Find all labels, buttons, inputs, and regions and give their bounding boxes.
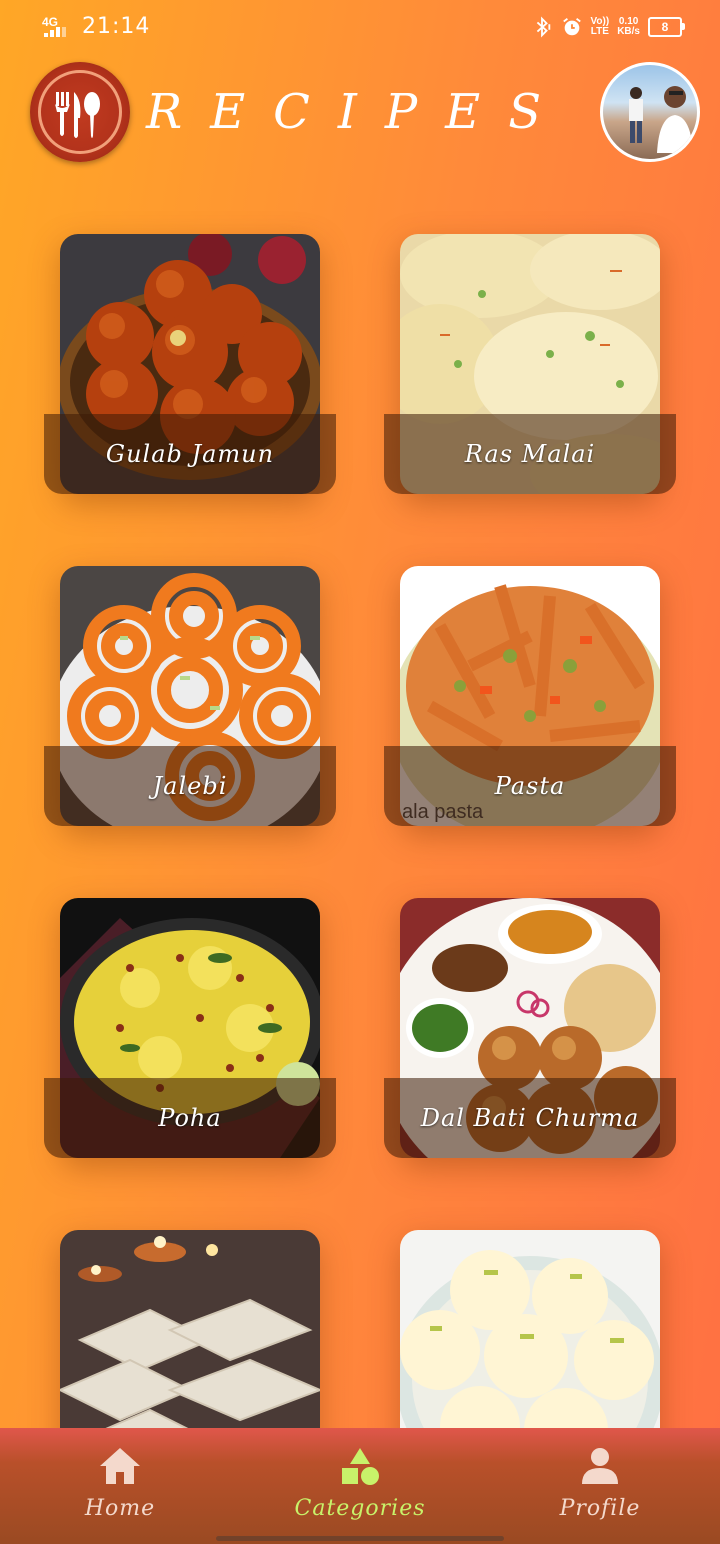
app-header: RECIPES	[0, 62, 720, 162]
person-icon	[582, 1448, 618, 1484]
home-icon	[100, 1448, 140, 1484]
gesture-home-bar[interactable]	[216, 1536, 504, 1541]
alarm-icon	[562, 18, 581, 36]
network-signal-icon: 4G	[42, 15, 74, 39]
bluetooth-icon	[536, 16, 550, 38]
recipe-name: Poha	[44, 1078, 336, 1158]
battery-level: 8	[661, 20, 669, 34]
volte-indicator: Vo)) LTE	[590, 16, 610, 37]
categories-icon	[342, 1448, 379, 1485]
nav-profile-label: Profile	[559, 1496, 641, 1521]
nav-home-label: Home	[84, 1496, 156, 1521]
recipe-card-poha[interactable]: Poha	[44, 898, 336, 1158]
page-title: RECIPES	[146, 84, 570, 140]
recipe-name: Jalebi	[44, 746, 336, 826]
nav-categories-label: Categories	[294, 1496, 426, 1521]
recipe-card-dal-bati-churma[interactable]: Dal Bati Churma	[384, 898, 676, 1158]
recipe-card-gulab-jamun[interactable]: Gulab Jamun	[44, 234, 336, 494]
recipe-card-ras-malai[interactable]: Ras Malai	[384, 234, 676, 494]
nav-profile[interactable]: Profile	[480, 1428, 720, 1544]
recipe-card-jalebi[interactable]: Jalebi	[44, 566, 336, 826]
recipe-name: Gulab Jamun	[44, 414, 336, 494]
network-speed: 0.10 KB/s	[617, 16, 640, 37]
fork-spoon-logo-icon	[30, 62, 130, 162]
recipe-name: Ras Malai	[384, 414, 676, 494]
bottom-navigation: Home Categories Profile	[0, 1428, 720, 1544]
recipe-card-pasta[interactable]: ala pasta Pasta	[384, 566, 676, 826]
status-bar: 4G 21:14 Vo)) LTE 0.10 KB/s 8	[0, 0, 720, 56]
clock: 21:14	[82, 14, 151, 39]
recipe-name: Pasta	[384, 746, 676, 826]
recipe-name: Dal Bati Churma	[384, 1078, 676, 1158]
nav-categories[interactable]: Categories	[240, 1428, 480, 1544]
profile-avatar[interactable]	[600, 62, 700, 162]
battery-icon: 8	[648, 17, 685, 37]
nav-home[interactable]: Home	[0, 1428, 240, 1544]
